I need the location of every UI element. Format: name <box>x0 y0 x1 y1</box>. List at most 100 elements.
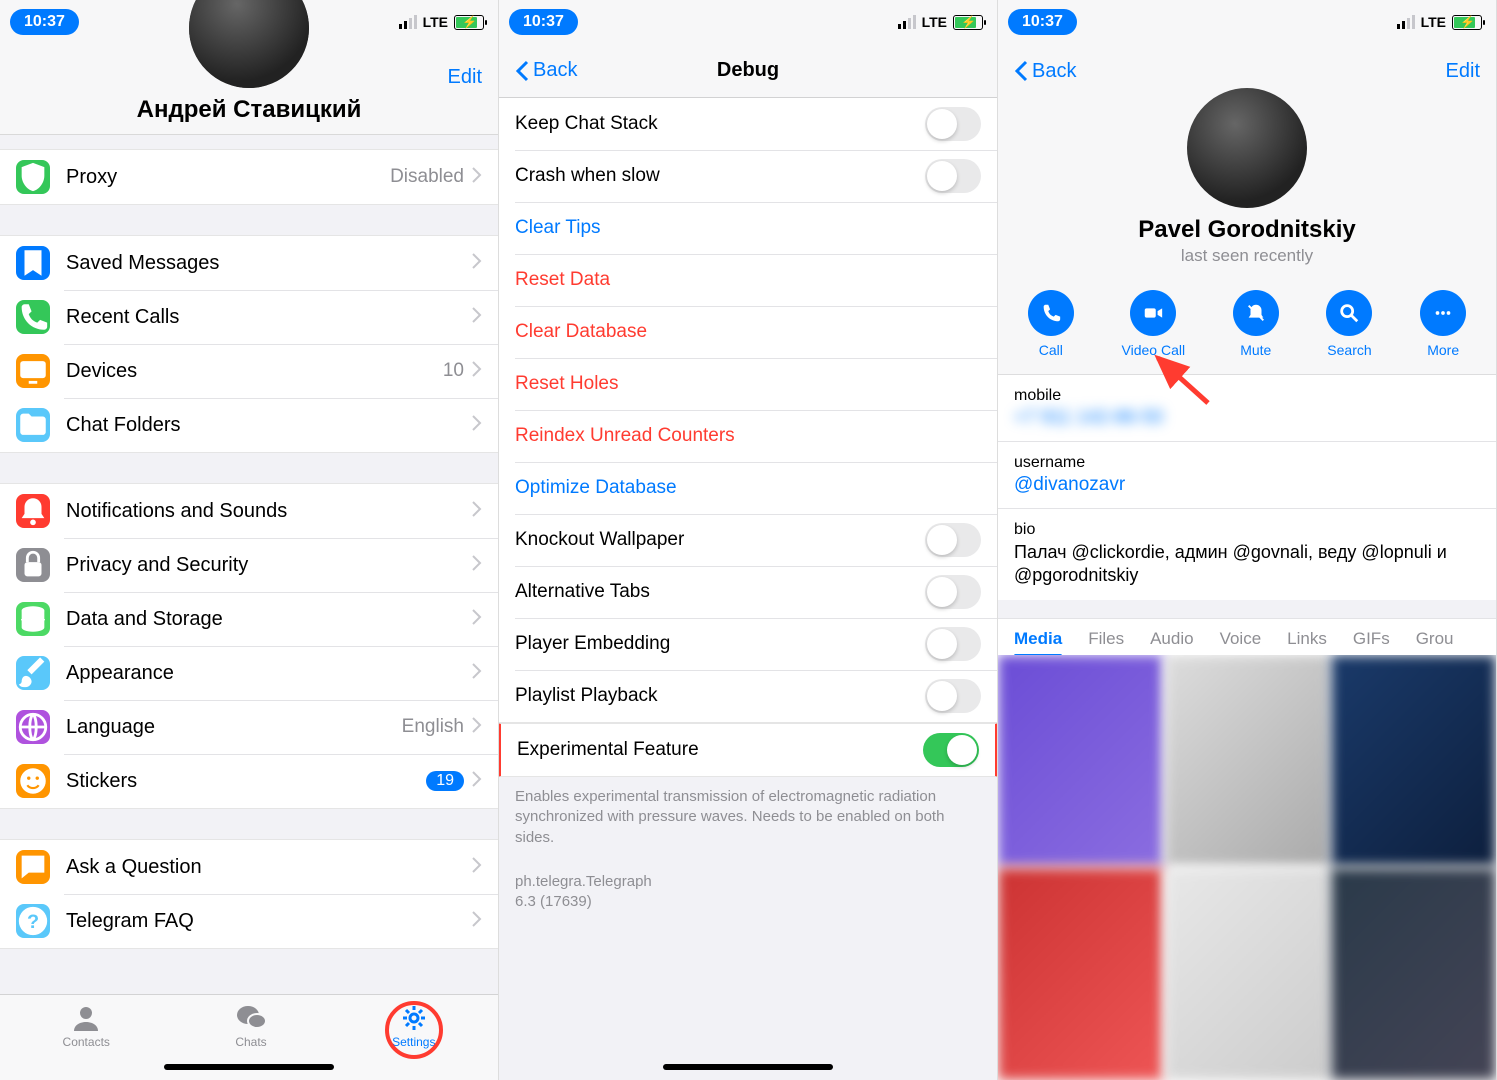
status-right: LTE ⚡ <box>399 14 484 30</box>
toggle[interactable] <box>923 733 979 767</box>
settings-list[interactable]: Proxy Disabled Saved Messages Recent Cal… <box>0 135 498 994</box>
row-experimental-feature[interactable]: Experimental Feature <box>501 724 995 776</box>
row-saved-messages[interactable]: Saved Messages <box>0 236 498 290</box>
row-knockout-wallpaper[interactable]: Knockout Wallpaper <box>499 514 997 566</box>
row-devices[interactable]: Devices 10 <box>0 344 498 398</box>
row-value: 10 <box>443 360 464 382</box>
tab-gifs[interactable]: GIFs <box>1353 629 1390 649</box>
info-mobile[interactable]: mobile +7 911 142-86-50 <box>998 375 1496 441</box>
debug-list[interactable]: Keep Chat Stack Crash when slow Clear Ti… <box>499 98 997 1040</box>
row-label: Ask a Question <box>66 856 472 879</box>
media-thumb[interactable] <box>1165 655 1330 867</box>
edit-button[interactable]: Edit <box>448 66 482 89</box>
info-label: bio <box>1014 521 1480 539</box>
tab-groups[interactable]: Grou <box>1416 629 1454 649</box>
action-label: Search <box>1327 342 1371 358</box>
status-right: LTE ⚡ <box>1397 14 1482 30</box>
row-clear-tips[interactable]: Clear Tips <box>499 202 997 254</box>
globe-icon <box>16 710 50 744</box>
more-icon <box>1420 290 1466 336</box>
tab-files[interactable]: Files <box>1088 629 1124 649</box>
back-button[interactable]: Back <box>515 59 577 82</box>
tab-chats[interactable]: Chats <box>235 1003 267 1049</box>
tab-contacts[interactable]: Contacts <box>63 1003 110 1049</box>
action-video-call[interactable]: Video Call <box>1122 290 1186 358</box>
tab-media[interactable]: Media <box>1014 629 1062 649</box>
row-appearance[interactable]: Appearance <box>0 646 498 700</box>
chevron-right-icon <box>472 360 482 383</box>
media-thumb[interactable] <box>1331 655 1496 867</box>
row-label: Reset Holes <box>515 373 981 395</box>
row-label: Recent Calls <box>66 306 472 329</box>
row-label: Stickers <box>66 770 426 793</box>
row-data-storage[interactable]: Data and Storage <box>0 592 498 646</box>
tab-settings[interactable]: Settings <box>392 1003 435 1049</box>
media-thumb[interactable] <box>998 868 1163 1080</box>
signal-icon <box>399 15 417 29</box>
avatar[interactable] <box>189 0 309 88</box>
toggle[interactable] <box>925 627 981 661</box>
profile-header: Андрей Ставицкий Edit <box>0 44 498 135</box>
sticker-icon <box>16 764 50 798</box>
row-proxy[interactable]: Proxy Disabled <box>0 150 498 204</box>
footer-version: ph.telegra.Telegraph 6.3 (17639) <box>499 872 997 937</box>
tab-audio[interactable]: Audio <box>1150 629 1193 649</box>
chevron-right-icon <box>472 500 482 523</box>
row-label: Player Embedding <box>515 633 925 655</box>
info-username[interactable]: username @divanozavr <box>998 441 1496 508</box>
tab-bar: Contacts Chats Settings <box>0 994 498 1080</box>
action-label: Call <box>1039 342 1063 358</box>
row-notifications[interactable]: Notifications and Sounds <box>0 484 498 538</box>
status-time: 10:37 <box>1008 9 1077 35</box>
row-privacy[interactable]: Privacy and Security <box>0 538 498 592</box>
toggle[interactable] <box>925 679 981 713</box>
row-playlist-playback[interactable]: Playlist Playback <box>499 670 997 722</box>
row-stickers[interactable]: Stickers 19 <box>0 754 498 808</box>
avatar[interactable] <box>1187 88 1307 208</box>
row-alternative-tabs[interactable]: Alternative Tabs <box>499 566 997 618</box>
back-button[interactable]: Back <box>1014 60 1076 83</box>
back-label: Back <box>1032 60 1076 83</box>
settings-screen: 10:37 LTE ⚡ Андрей Ставицкий Edit Proxy … <box>0 0 499 1080</box>
media-grid[interactable] <box>998 655 1496 1080</box>
nav-bar: Back Debug <box>499 44 997 98</box>
row-reset-data[interactable]: Reset Data <box>499 254 997 306</box>
toggle[interactable] <box>925 523 981 557</box>
row-label: Proxy <box>66 166 390 189</box>
row-language[interactable]: Language English <box>0 700 498 754</box>
row-label: Notifications and Sounds <box>66 500 472 523</box>
row-chat-folders[interactable]: Chat Folders <box>0 398 498 452</box>
action-more[interactable]: More <box>1420 290 1466 358</box>
row-label: Devices <box>66 360 443 383</box>
row-clear-database[interactable]: Clear Database <box>499 306 997 358</box>
info-label: username <box>1014 454 1480 472</box>
row-ask-question[interactable]: Ask a Question <box>0 840 498 894</box>
row-reindex[interactable]: Reindex Unread Counters <box>499 410 997 462</box>
home-indicator <box>663 1064 833 1070</box>
row-reset-holes[interactable]: Reset Holes <box>499 358 997 410</box>
media-thumb[interactable] <box>998 655 1163 867</box>
bottom-area <box>499 1040 997 1080</box>
chevron-right-icon <box>472 414 482 437</box>
tab-links[interactable]: Links <box>1287 629 1327 649</box>
toggle[interactable] <box>925 575 981 609</box>
video-icon <box>1130 290 1176 336</box>
row-optimize-db[interactable]: Optimize Database <box>499 462 997 514</box>
toggle[interactable] <box>925 159 981 193</box>
action-mute[interactable]: Mute <box>1233 290 1279 358</box>
row-recent-calls[interactable]: Recent Calls <box>0 290 498 344</box>
row-label: Keep Chat Stack <box>515 113 925 135</box>
edit-button[interactable]: Edit <box>1446 60 1480 83</box>
action-search[interactable]: Search <box>1326 290 1372 358</box>
media-thumb[interactable] <box>1165 868 1330 1080</box>
row-faq[interactable]: ? Telegram FAQ <box>0 894 498 948</box>
toggle[interactable] <box>925 107 981 141</box>
tab-voice[interactable]: Voice <box>1220 629 1262 649</box>
row-crash-slow[interactable]: Crash when slow <box>499 150 997 202</box>
row-label: Clear Tips <box>515 217 981 239</box>
row-player-embedding[interactable]: Player Embedding <box>499 618 997 670</box>
row-keep-chat-stack[interactable]: Keep Chat Stack <box>499 98 997 150</box>
action-call[interactable]: Call <box>1028 290 1074 358</box>
status-right: LTE ⚡ <box>898 14 983 30</box>
media-thumb[interactable] <box>1331 868 1496 1080</box>
